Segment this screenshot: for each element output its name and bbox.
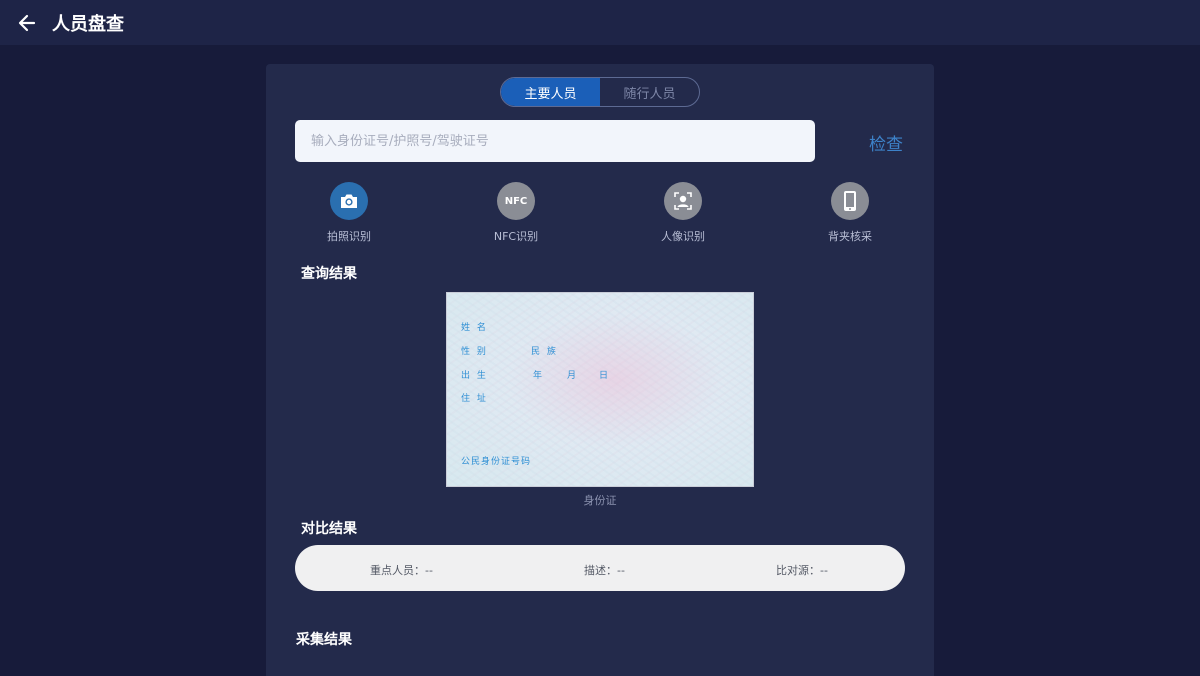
- id-card-ethnicity-label: 民 族: [531, 347, 558, 357]
- query-result-title: 查询结果: [301, 266, 357, 282]
- phone-icon: [831, 182, 869, 220]
- camera-icon: [330, 182, 368, 220]
- nfc-recognition-button[interactable]: NFC NFC识别: [466, 182, 566, 244]
- action-label: NFC识别: [493, 230, 539, 243]
- tab-main-person[interactable]: 主要人员: [501, 78, 600, 106]
- id-card-month-label: 月: [567, 371, 579, 381]
- photo-recognition-button[interactable]: 拍照识别: [299, 182, 399, 244]
- id-card-year-label: 年: [533, 371, 545, 381]
- key-person-value: 重点人员：--: [370, 564, 433, 577]
- arrow-left-icon: [18, 14, 36, 31]
- backclip-collect-button[interactable]: 背夹核采: [800, 182, 900, 244]
- recognition-actions: 拍照识别 NFC NFC识别 人像识别 背夹核采: [266, 182, 934, 244]
- action-label: 拍照识别: [327, 230, 371, 243]
- main-panel: 主要人员 随行人员 检查 拍照识别 NFC NFC识别: [266, 64, 934, 676]
- action-label: 背夹核采: [828, 230, 872, 243]
- collect-result-title: 采集结果: [296, 632, 352, 648]
- id-card-day-label: 日: [599, 371, 611, 381]
- description-value: 描述：--: [584, 564, 625, 577]
- id-card-caption: 身份证: [583, 494, 617, 507]
- tab-accompanying-person[interactable]: 随行人员: [600, 78, 699, 106]
- check-button[interactable]: 检查: [869, 130, 903, 155]
- id-card-address-label: 住 址: [461, 394, 488, 404]
- face-recognition-button[interactable]: 人像识别: [633, 182, 733, 244]
- id-card-sex-label: 性 别: [461, 347, 488, 357]
- nfc-icon: NFC: [497, 182, 535, 220]
- back-button[interactable]: [16, 12, 38, 34]
- id-card-birth-label: 出 生: [461, 371, 488, 381]
- id-search-input[interactable]: [295, 120, 815, 162]
- person-type-tabs: 主要人员 随行人员: [500, 77, 700, 107]
- top-bar: 人员盘查: [0, 0, 1200, 45]
- compare-source-value: 比对源：--: [776, 564, 828, 577]
- page-title: 人员盘查: [52, 13, 124, 35]
- id-card-name-label: 姓 名: [461, 323, 488, 333]
- nfc-icon-text: NFC: [504, 195, 528, 207]
- compare-result-bar: 重点人员：-- 描述：-- 比对源：--: [295, 545, 905, 591]
- id-card-image: 姓 名 性 别 民 族 出 生 年 月 日 住 址 公民身份证号码: [446, 292, 754, 487]
- face-scan-icon: [664, 182, 702, 220]
- compare-result-title: 对比结果: [301, 521, 357, 537]
- action-label: 人像识别: [661, 230, 705, 243]
- id-card-number-label: 公民身份证号码: [461, 457, 532, 467]
